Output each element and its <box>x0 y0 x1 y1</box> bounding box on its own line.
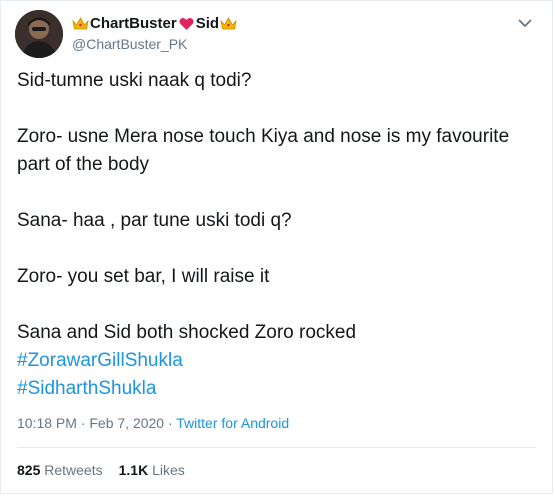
retweets-count: 825 <box>17 462 41 478</box>
tweet-source-link[interactable]: Twitter for Android <box>176 415 289 431</box>
tweet-line: Sana and Sid both shocked Zoro rocked <box>17 322 357 343</box>
tweet-stats: 825 Retweets 1.1K Likes <box>17 461 185 479</box>
retweets-label: Retweets <box>44 462 103 478</box>
crown-emoji-icon <box>220 17 237 30</box>
chevron-down-icon <box>518 19 532 27</box>
avatar-image <box>15 10 63 58</box>
hashtag-link[interactable]: #ZorawarGillShukla <box>17 347 537 375</box>
display-name-part2: Sid <box>195 15 220 32</box>
tweet-timestamp[interactable]: 10:18 PM · Feb 7, 2020 · <box>17 415 176 431</box>
tweet-header: ChartBuster Sid @ChartBuster_PK <box>15 10 535 60</box>
tweet-card: ChartBuster Sid @ChartBuster_PK Sid-tumn… <box>0 0 553 494</box>
tweet-text: Sid-tumne uski naak q todi? Zoro- usne M… <box>17 67 537 403</box>
tweet-line: Sana- haa , par tune uski todi q? <box>17 210 292 231</box>
red-heart-emoji-icon <box>179 17 194 30</box>
crown-emoji-icon <box>72 17 89 30</box>
display-name-part1: ChartBuster <box>90 15 177 32</box>
likes-count: 1.1K <box>118 462 149 478</box>
retweets-stat[interactable]: 825 Retweets <box>17 461 103 479</box>
hashtag-link[interactable]: #SidharthShukla <box>17 375 537 403</box>
avatar[interactable] <box>15 10 63 58</box>
tweet-menu-button[interactable] <box>515 13 535 33</box>
tweet-line: Sid-tumne uski naak q todi? <box>17 70 252 91</box>
tweet-line: Zoro- usne Mera nose touch Kiya and nose… <box>17 126 510 175</box>
display-name[interactable]: ChartBuster Sid <box>72 15 237 33</box>
author-names: ChartBuster Sid @ChartBuster_PK <box>72 15 237 53</box>
likes-label: Likes <box>152 462 185 478</box>
divider <box>17 447 536 448</box>
likes-stat[interactable]: 1.1K Likes <box>119 461 185 479</box>
tweet-metadata: 10:18 PM · Feb 7, 2020 · Twitter for And… <box>17 414 289 432</box>
tweet-line: Zoro- you set bar, I will raise it <box>17 266 270 287</box>
user-handle[interactable]: @ChartBuster_PK <box>72 35 237 53</box>
